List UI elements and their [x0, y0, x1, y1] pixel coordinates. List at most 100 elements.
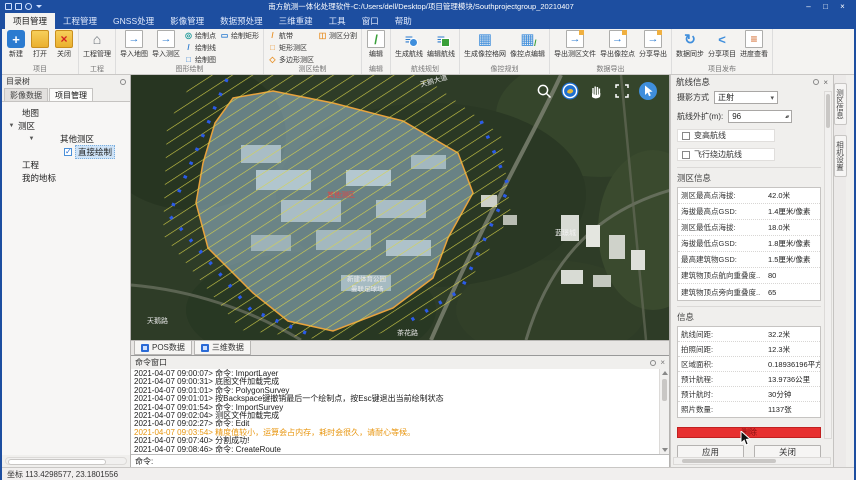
tree-item-map[interactable]: 地图: [2, 106, 130, 119]
edit-route-button[interactable]: 编辑航线: [425, 30, 457, 59]
polygon-survey-button[interactable]: 多边形测区: [268, 55, 314, 65]
edit-button[interactable]: 编辑: [364, 30, 388, 59]
generate-gcp-grid-button[interactable]: 生成像控格网: [462, 30, 508, 59]
import-survey-button[interactable]: 导入测区: [150, 30, 182, 59]
close-project-button[interactable]: 关闭: [52, 30, 76, 59]
pin-icon[interactable]: [120, 79, 126, 85]
globe-tool-icon[interactable]: [561, 82, 579, 100]
side-tab[interactable]: 相机设置: [834, 135, 847, 177]
ribbon-tab[interactable]: 影像管理: [162, 13, 212, 29]
unchecked-checkbox[interactable]: [682, 132, 690, 140]
ribbon-group-drawing: 导入地图 导入测区 绘制点 绘制线 绘制图 绘制矩形 图形绘制: [116, 29, 264, 74]
data-view-tab[interactable]: 三维数据: [194, 341, 251, 355]
ribbon-tab[interactable]: 三维重建: [271, 13, 321, 29]
ribbon-tab[interactable]: GNSS处理: [105, 13, 162, 29]
edit-route-icon: [432, 30, 450, 48]
tree-item-direct-draw[interactable]: 直接绘制: [2, 145, 130, 158]
camera-mode-select[interactable]: 正射: [714, 91, 778, 104]
draw-point-button[interactable]: 绘制点: [184, 31, 216, 41]
route-panel-vertical-scrollbar[interactable]: [824, 91, 832, 439]
folder-icon[interactable]: [15, 3, 22, 10]
map-canvas[interactable]: 其他测区 天鹅大道 天鹅路 茶花路 蓝璟城 新建体育公园 曼联足球场: [131, 75, 669, 340]
save-icon[interactable]: [5, 3, 12, 10]
gcp-grid-icon: [476, 30, 494, 48]
variable-height-checkbox-row[interactable]: 变高航线: [677, 129, 775, 142]
catalog-horizontal-scrollbar[interactable]: [5, 457, 127, 465]
data-chip-icon: [201, 344, 209, 352]
route-expand-stepper[interactable]: 96: [728, 110, 792, 123]
unchecked-checkbox[interactable]: [682, 151, 690, 159]
route-info-title: 航线信息: [676, 76, 710, 88]
data-view-tab-bar: POS数据 三维数据: [131, 340, 669, 355]
new-project-button[interactable]: 新建: [4, 30, 28, 59]
rect-survey-button[interactable]: 矩形测区: [268, 43, 314, 53]
export-gcp-button[interactable]: 导出像控点: [598, 30, 637, 59]
tree-item-landmarks[interactable]: 我的地标: [2, 171, 130, 184]
ribbon-tab[interactable]: 工具: [321, 13, 354, 29]
minimize-button[interactable]: –: [800, 0, 817, 13]
zoom-tool-icon[interactable]: [535, 82, 553, 100]
data-view-tab[interactable]: POS数据: [134, 341, 192, 355]
table-row: 预计航程: 13.9736公里: [678, 372, 820, 387]
command-log-scrollbar[interactable]: [659, 369, 669, 454]
catalog-tab[interactable]: 项目管理: [49, 88, 93, 101]
tree-item-survey[interactable]: ▼测区: [2, 119, 130, 132]
title-bar: 南方航测一体化处理软件-C:/Users/dell/Desktop/项目管理模块…: [2, 0, 854, 13]
map-toolbar: [535, 82, 657, 100]
maximize-button[interactable]: □: [817, 0, 834, 13]
close-icon[interactable]: ×: [823, 78, 828, 87]
select-cursor-tool-icon[interactable]: [639, 82, 657, 100]
pin-icon[interactable]: [650, 360, 656, 366]
draw-polygon-button[interactable]: 绘制图: [184, 55, 216, 65]
collapse-arrow-icon[interactable]: ▼: [28, 136, 35, 142]
ribbon-tab[interactable]: 项目管理: [5, 13, 55, 29]
tree-item-other-survey[interactable]: ▼其他测区: [2, 132, 130, 145]
progress-icon: [745, 30, 763, 48]
export-survey-file-button[interactable]: 导出测区文件: [552, 30, 598, 59]
delete-route-button[interactable]: 删除: [677, 427, 821, 438]
pan-hand-tool-icon[interactable]: [587, 82, 605, 100]
ribbon-tab[interactable]: 工程管理: [55, 13, 105, 29]
tree-item-engineering[interactable]: 工程: [2, 158, 130, 171]
table-row: 拍照间距: 12.3米: [678, 342, 820, 357]
import-survey-icon: [157, 30, 175, 48]
generate-route-button[interactable]: 生成航线: [393, 30, 425, 59]
ribbon-tab[interactable]: 帮助: [387, 13, 420, 29]
draw-polygon-icon: [184, 56, 193, 65]
command-input[interactable]: 命令:: [131, 454, 669, 467]
side-tab[interactable]: 测区信息: [834, 83, 847, 125]
import-map-icon: [125, 30, 143, 48]
full-extent-tool-icon[interactable]: [613, 82, 631, 100]
ribbon-tab[interactable]: 窗口: [354, 13, 387, 29]
close-button[interactable]: ×: [834, 0, 851, 13]
map-viewport[interactable]: 其他测区 天鹅大道 天鹅路 茶花路 蓝璟城 新建体育公园 曼联足球场: [131, 75, 669, 340]
close-icon[interactable]: ×: [660, 359, 665, 367]
ribbon-tab[interactable]: 数据预处理: [212, 13, 271, 29]
open-project-button[interactable]: 打开: [28, 30, 52, 59]
survey-split-button[interactable]: 测区分割: [318, 31, 357, 41]
road-label-left: 天鹅路: [147, 316, 168, 325]
catalog-tab[interactable]: 影像数据: [4, 88, 48, 101]
route-panel-horizontal-scrollbar[interactable]: [673, 457, 831, 465]
progress-view-button[interactable]: 进度查看: [738, 30, 770, 59]
collapse-arrow-icon[interactable]: ▼: [8, 123, 15, 129]
share-project-button[interactable]: 分享项目: [706, 30, 738, 59]
user-icon[interactable]: [25, 3, 32, 10]
data-sync-button[interactable]: 数据同步: [674, 30, 706, 59]
ribbon-group-project: 新建 打开 关闭 项目: [2, 29, 79, 74]
draw-line-button[interactable]: 绘制线: [184, 43, 216, 53]
edit-gcp-button[interactable]: 像控点编辑: [508, 30, 547, 59]
checked-checkbox[interactable]: [64, 148, 72, 156]
share-export-button[interactable]: 分享导出: [637, 30, 669, 59]
ribbon-tab-bar: 项目管理工程管理GNSS处理影像管理数据预处理三维重建工具窗口帮助: [2, 13, 854, 29]
flight-strip-button[interactable]: 航带: [268, 31, 314, 41]
import-map-button[interactable]: 导入地图: [118, 30, 150, 59]
engineering-manage-button[interactable]: 工程管理: [81, 30, 113, 59]
log-line: 2021-04-07 09:08:46> 命令: CreateRoute: [134, 446, 657, 454]
command-log[interactable]: 2021-04-07 09:00:07> 命令: ImportLayer2021…: [131, 369, 669, 454]
edge-flight-checkbox-row[interactable]: 飞行绕边航线: [677, 148, 775, 161]
draw-rect-button[interactable]: 绘制矩形: [220, 31, 259, 41]
status-bar: 坐标 113.4298577, 23.1801556: [2, 467, 854, 480]
center-column: 其他测区 天鹅大道 天鹅路 茶花路 蓝璟城 新建体育公园 曼联足球场: [130, 75, 670, 467]
pin-icon[interactable]: [813, 79, 819, 85]
